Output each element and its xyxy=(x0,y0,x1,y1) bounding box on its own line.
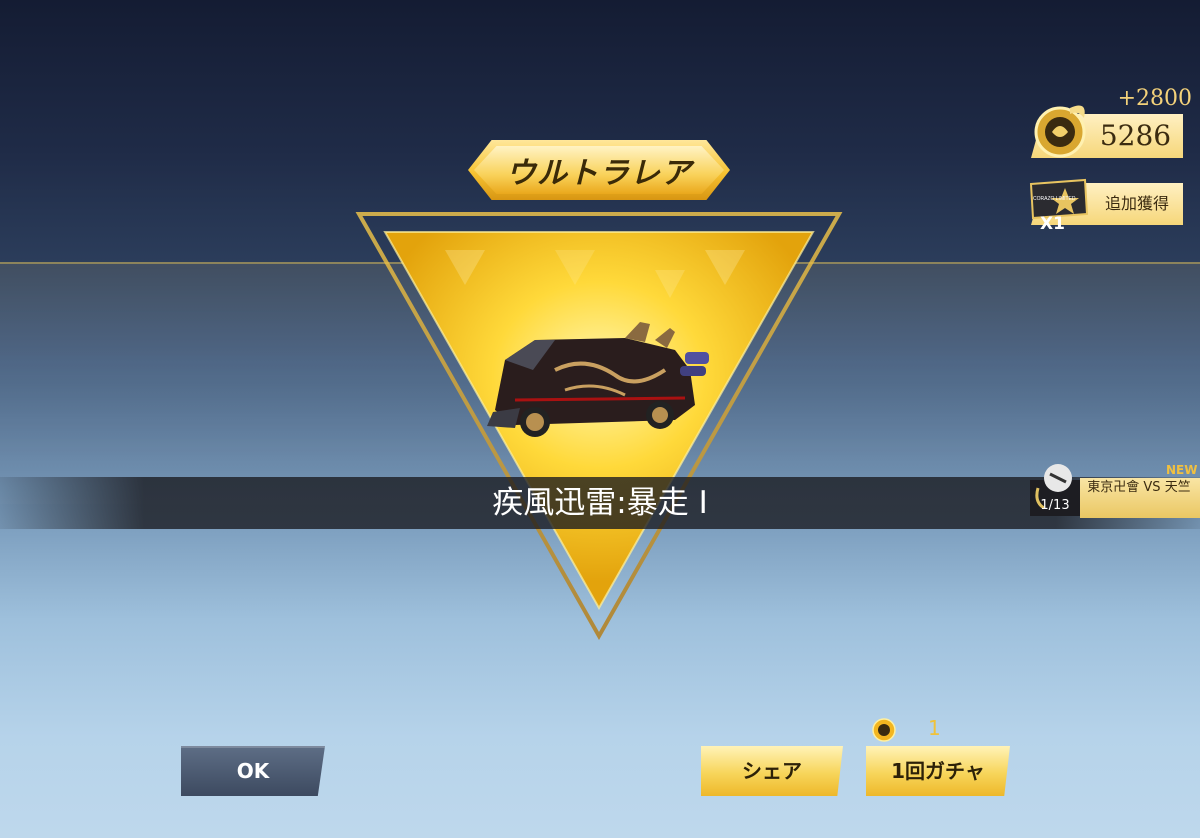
share-button[interactable]: シェア xyxy=(701,746,843,796)
gold-emblem-icon xyxy=(1034,105,1086,158)
bonus-ticket-count: X1 xyxy=(1040,214,1065,234)
event-new-badge: NEW xyxy=(1166,463,1198,477)
van-vehicle-image xyxy=(487,322,709,437)
currency-amount: 5286 xyxy=(1099,119,1172,152)
ticket-icon-text: CORAZO LIMITED xyxy=(1033,196,1076,202)
single-gacha-button[interactable]: 1回ガチャ xyxy=(866,746,1010,796)
currency-gain: +2800 xyxy=(1117,86,1192,111)
ok-button[interactable]: OK xyxy=(181,746,325,796)
item-name: 疾風迅雷:暴走 Ⅰ xyxy=(492,485,708,521)
rarity-banner: ウルトラレア xyxy=(468,140,730,200)
coin-icon xyxy=(872,718,896,742)
event-progress: 1/13 xyxy=(1040,498,1070,513)
rarity-label: ウルトラレア xyxy=(506,156,692,191)
event-title: 東京卍會 VS 天竺 xyxy=(1087,480,1191,495)
bonus-ticket-label: 追加獲得 xyxy=(1104,194,1169,213)
gacha-cost-value: 1 xyxy=(928,716,941,740)
